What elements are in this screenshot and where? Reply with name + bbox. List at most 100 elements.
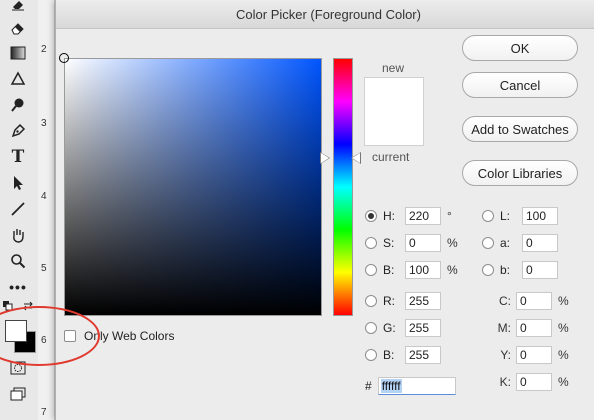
lightness-row: L: 100: [482, 206, 558, 226]
black-row: K: 0 %: [493, 372, 572, 392]
cyan-label: C:: [499, 294, 511, 308]
blur-icon[interactable]: [8, 69, 28, 89]
hue-slider-arrow-left-fill: [321, 153, 329, 163]
hue-input[interactable]: 220: [405, 207, 441, 225]
ruler-tick: 7: [41, 407, 47, 418]
saturation-label: S:: [383, 236, 395, 250]
tools-panel: T •••: [0, 0, 39, 420]
color-libraries-button[interactable]: Color Libraries: [462, 160, 578, 186]
ruler-tick: 6: [41, 335, 47, 346]
blue-radio[interactable]: [365, 349, 377, 361]
hex-label: #: [365, 379, 372, 393]
default-colors-icon[interactable]: [2, 300, 14, 312]
brightness-label: B:: [383, 263, 395, 277]
b-channel-input[interactable]: 0: [522, 261, 558, 279]
zoom-icon[interactable]: [8, 251, 28, 271]
ok-button[interactable]: OK: [462, 35, 578, 61]
vertical-ruler: 2 3 4 5 6 7: [38, 0, 55, 420]
green-label: G:: [383, 321, 396, 335]
blue-label: B:: [383, 348, 395, 362]
green-input[interactable]: 255: [405, 319, 441, 337]
cyan-input[interactable]: 0: [516, 292, 552, 310]
yellow-input[interactable]: 0: [516, 346, 552, 364]
lightness-radio[interactable]: [482, 210, 494, 222]
black-input[interactable]: 0: [516, 373, 552, 391]
hue-slider[interactable]: [333, 58, 353, 316]
hand-icon[interactable]: [8, 225, 28, 245]
dialog-titlebar[interactable]: Color Picker (Foreground Color): [56, 0, 594, 29]
black-label: K:: [499, 375, 511, 389]
add-to-swatches-button[interactable]: Add to Swatches: [462, 116, 578, 142]
brightness-row: B: 100 %: [365, 260, 461, 280]
new-color-preview: [364, 77, 424, 112]
a-channel-row: a: 0: [482, 233, 558, 253]
cyan-unit: %: [558, 294, 569, 308]
ruler-tick: 4: [41, 191, 47, 202]
b-channel-row: b: 0: [482, 260, 558, 280]
hue-label: H:: [383, 209, 395, 223]
gradient-icon[interactable]: [8, 43, 28, 63]
hue-row: H: 220 °: [365, 206, 461, 226]
line-icon[interactable]: [8, 199, 28, 219]
hex-value: ffffff: [380, 379, 402, 393]
saturation-brightness-field[interactable]: [64, 58, 322, 316]
saturation-row: S: 0 %: [365, 233, 461, 253]
brightness-input[interactable]: 100: [405, 261, 441, 279]
ruler-tick: 5: [41, 263, 47, 274]
current-color-preview[interactable]: [364, 111, 424, 146]
type-icon[interactable]: T: [8, 147, 28, 167]
lightness-label: L:: [500, 209, 511, 223]
foreground-color-swatch[interactable]: [5, 320, 27, 342]
new-color-label: new: [382, 61, 405, 75]
color-field-marker[interactable]: [59, 53, 69, 63]
blue-input[interactable]: 255: [405, 346, 441, 364]
hex-row: # ffffff: [365, 376, 456, 396]
b-channel-radio[interactable]: [482, 264, 494, 276]
cyan-row: C: 0 %: [493, 291, 572, 311]
red-label: R:: [383, 294, 395, 308]
b-channel-label: b:: [500, 263, 511, 277]
red-input[interactable]: 255: [405, 292, 441, 310]
only-web-colors-checkbox[interactable]: [64, 330, 76, 342]
dodge-icon[interactable]: [8, 95, 28, 115]
path-selection-icon[interactable]: [8, 173, 28, 193]
yellow-unit: %: [558, 348, 569, 362]
swap-colors-icon[interactable]: [22, 300, 34, 312]
yellow-row: Y: 0 %: [493, 345, 572, 365]
only-web-colors-label[interactable]: Only Web Colors: [84, 329, 174, 343]
green-radio[interactable]: [365, 322, 377, 334]
dialog-title: Color Picker (Foreground Color): [236, 7, 421, 22]
a-channel-input[interactable]: 0: [522, 234, 558, 252]
magenta-row: M: 0 %: [493, 318, 572, 338]
magenta-input[interactable]: 0: [516, 319, 552, 337]
hue-radio[interactable]: [365, 210, 377, 222]
yellow-label: Y:: [500, 348, 511, 362]
hex-input[interactable]: ffffff: [377, 377, 456, 395]
magenta-label: M:: [497, 321, 511, 335]
ruler-tick: 2: [41, 44, 47, 55]
quick-mask-icon[interactable]: [8, 358, 28, 378]
pen-icon[interactable]: [8, 121, 28, 141]
black-unit: %: [558, 375, 569, 389]
a-channel-radio[interactable]: [482, 237, 494, 249]
current-color-label: current: [372, 150, 410, 164]
lightness-input[interactable]: 100: [522, 207, 558, 225]
only-web-colors-row: Only Web Colors: [64, 329, 174, 343]
hue-slider-arrow-right-fill: [352, 153, 360, 163]
green-row: G: 255: [365, 318, 441, 338]
eraser-icon[interactable]: [8, 18, 28, 38]
saturation-unit: %: [447, 236, 458, 250]
ruler-tick: 3: [41, 118, 47, 129]
brightness-unit: %: [447, 263, 458, 277]
screen-mode-icon[interactable]: [8, 384, 28, 404]
red-row: R: 255: [365, 291, 441, 311]
brightness-radio[interactable]: [365, 264, 377, 276]
hue-unit: °: [447, 209, 452, 223]
cancel-button[interactable]: Cancel: [462, 72, 578, 98]
eraser-icon[interactable]: [8, 0, 28, 14]
saturation-radio[interactable]: [365, 237, 377, 249]
saturation-input[interactable]: 0: [405, 234, 441, 252]
more-tools-icon[interactable]: •••: [8, 277, 28, 297]
color-picker-dialog: Color Picker (Foreground Color) new curr…: [55, 0, 594, 420]
red-radio[interactable]: [365, 295, 377, 307]
